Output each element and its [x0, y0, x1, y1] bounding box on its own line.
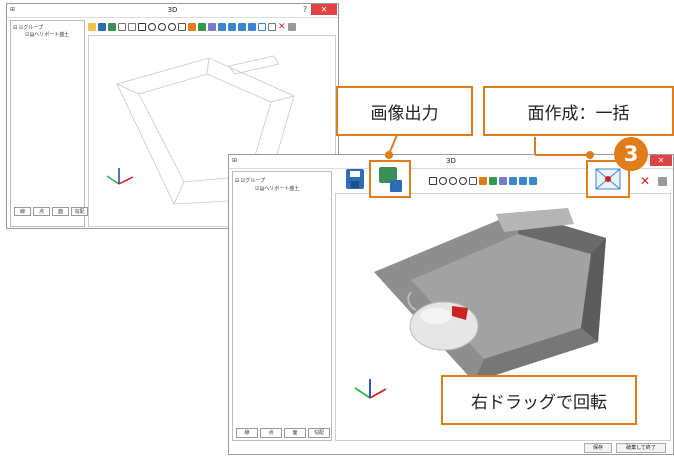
delete-icon[interactable]: ✕	[640, 175, 650, 187]
tab-point[interactable]: 点	[33, 207, 50, 216]
left-panel: ⊟ ☑グループ ☑▤ヘリポート盛土 線 点 面 勾配	[10, 20, 88, 227]
move-icon[interactable]	[529, 177, 537, 185]
save-image-icon[interactable]	[108, 23, 116, 31]
select-icon[interactable]	[178, 23, 186, 31]
callout-face-create-label: 面作成：一括	[527, 103, 630, 124]
tree-group-label: グループ	[245, 178, 265, 184]
save-image-highlight[interactable]	[369, 160, 411, 198]
delete-icon[interactable]: ✕	[278, 23, 286, 32]
window-title: 3D	[167, 6, 178, 14]
select-icon[interactable]	[469, 177, 477, 185]
zoom-fit-icon[interactable]	[429, 177, 437, 185]
callout-face-create: 面作成：一括	[483, 86, 674, 136]
tree-item[interactable]: ☑▤ヘリポート盛土	[255, 186, 299, 193]
layer-up-icon[interactable]	[509, 177, 517, 185]
close-button[interactable]: ✕	[650, 155, 672, 166]
paint-icon[interactable]	[499, 177, 507, 185]
zoom-window-icon[interactable]	[168, 23, 176, 31]
tree-item-label: ヘリポート盛土	[34, 32, 70, 38]
move-icon[interactable]	[238, 23, 246, 31]
undo-icon[interactable]	[118, 23, 126, 31]
tab-slope[interactable]: 勾配	[308, 428, 330, 438]
help-button[interactable]: ?	[300, 4, 310, 15]
rotate-icon[interactable]	[198, 23, 206, 31]
axis-gizmo	[354, 379, 387, 399]
tab-line[interactable]: 線	[236, 428, 258, 438]
tool-icon[interactable]	[658, 177, 667, 186]
panel-tabs: 線 点 面 勾配	[236, 428, 330, 438]
pan-icon[interactable]	[188, 23, 196, 31]
paint-icon[interactable]	[208, 23, 216, 31]
callout-save-image-label: 画像出力	[370, 103, 439, 124]
tree-item-label: ヘリポート盛土	[264, 186, 300, 192]
title-bar: ⊞ 3D ? ✕	[7, 4, 338, 18]
layer-down-icon[interactable]	[519, 177, 527, 185]
tree-item[interactable]: ☑▤ヘリポート盛土	[25, 32, 69, 39]
tab-face[interactable]: 面	[52, 207, 69, 216]
zoom-out-icon[interactable]	[449, 177, 457, 185]
face-create-icon[interactable]	[268, 23, 276, 31]
tree-group[interactable]: ⊟ ☑グループ	[13, 25, 43, 32]
grid-icon[interactable]	[258, 23, 266, 31]
arrow-icon[interactable]	[248, 23, 256, 31]
axis-gizmo	[106, 168, 134, 185]
layer-down-icon[interactable]	[228, 23, 236, 31]
zoom-in-icon[interactable]	[148, 23, 156, 31]
save-icon	[350, 171, 360, 177]
face-create-icon	[595, 168, 621, 190]
save-icon-slot	[351, 181, 359, 188]
tree-group[interactable]: ⊟ ☑グループ	[235, 178, 265, 185]
tab-face[interactable]: 面	[284, 428, 306, 438]
zoom-window-icon[interactable]	[459, 177, 467, 185]
tab-line[interactable]: 線	[14, 207, 31, 216]
save-button-large[interactable]	[346, 169, 364, 189]
layer-up-icon[interactable]	[218, 23, 226, 31]
panel-tabs: 線 点 面 勾配	[14, 207, 88, 216]
tab-slope[interactable]: 勾配	[71, 207, 88, 216]
zoom-out-icon[interactable]	[158, 23, 166, 31]
zoom-fit-icon[interactable]	[138, 23, 146, 31]
close-button[interactable]: ✕	[311, 4, 337, 15]
left-panel: ⊟ ☑グループ ☑▤ヘリポート盛土 線 点 面 勾配	[232, 171, 332, 441]
save-button[interactable]: 保存	[584, 443, 612, 453]
tool-icon[interactable]	[287, 23, 296, 31]
rotate-icon[interactable]	[489, 177, 497, 185]
redo-icon[interactable]	[128, 23, 136, 31]
save-image-disk-icon	[390, 180, 402, 192]
toolbar	[429, 177, 537, 185]
pan-icon[interactable]	[479, 177, 487, 185]
callout-drag-rotate-label: 右ドラッグで回転	[471, 392, 607, 413]
tree-group-label: グループ	[23, 25, 43, 31]
save-icon[interactable]	[98, 23, 106, 31]
callout-drag-rotate: 右ドラッグで回転	[441, 375, 637, 425]
toolbar: ✕	[88, 23, 296, 32]
step-number-badge: 3	[614, 137, 648, 171]
step-number: 3	[623, 142, 639, 166]
zoom-in-icon[interactable]	[439, 177, 447, 185]
folder-icon[interactable]	[88, 23, 96, 31]
discard-close-button[interactable]: 破棄して終了	[616, 443, 666, 453]
tab-point[interactable]: 点	[260, 428, 282, 438]
callout-save-image: 画像出力	[336, 86, 473, 136]
